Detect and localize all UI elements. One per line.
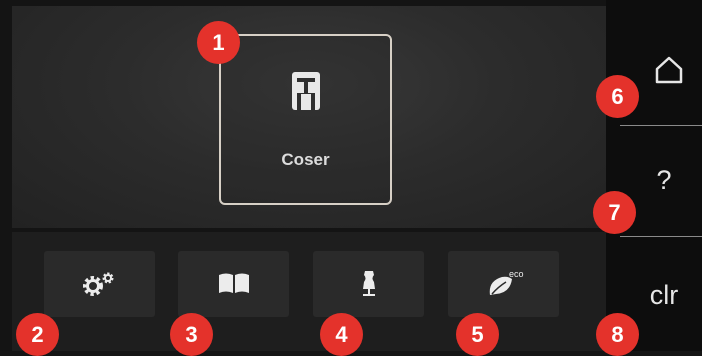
machine-screen: Coser eco ? clr 1 2 3 4 5 6 7 8 (0, 0, 702, 356)
eco-badge: eco (509, 269, 524, 279)
gears-icon (82, 272, 113, 296)
book-icon (218, 273, 249, 293)
help-label: ? (656, 164, 672, 195)
callout-marker: 6 (596, 75, 639, 118)
callout-marker: 8 (596, 313, 639, 356)
dress-form-icon (362, 271, 375, 296)
sew-mode-label: Coser (281, 150, 330, 169)
sew-mode-button[interactable]: Coser (219, 34, 392, 205)
callout-marker: 3 (170, 313, 213, 356)
sidebar-divider (620, 236, 702, 237)
callout-marker: 2 (16, 313, 59, 356)
tutorial-button[interactable] (178, 251, 289, 317)
callout-marker: 5 (456, 313, 499, 356)
eco-leaf-icon: eco (489, 269, 524, 295)
sidebar-divider (620, 125, 702, 126)
presser-foot-icon (292, 72, 320, 110)
callout-marker: 4 (320, 313, 363, 356)
callout-marker: 7 (593, 191, 636, 234)
clear-label: clr (649, 279, 679, 310)
home-icon (655, 56, 683, 84)
eco-mode-button[interactable]: eco (448, 251, 559, 317)
setup-button[interactable] (44, 251, 155, 317)
callout-marker: 1 (197, 21, 240, 64)
creative-consultant-button[interactable] (313, 251, 424, 317)
